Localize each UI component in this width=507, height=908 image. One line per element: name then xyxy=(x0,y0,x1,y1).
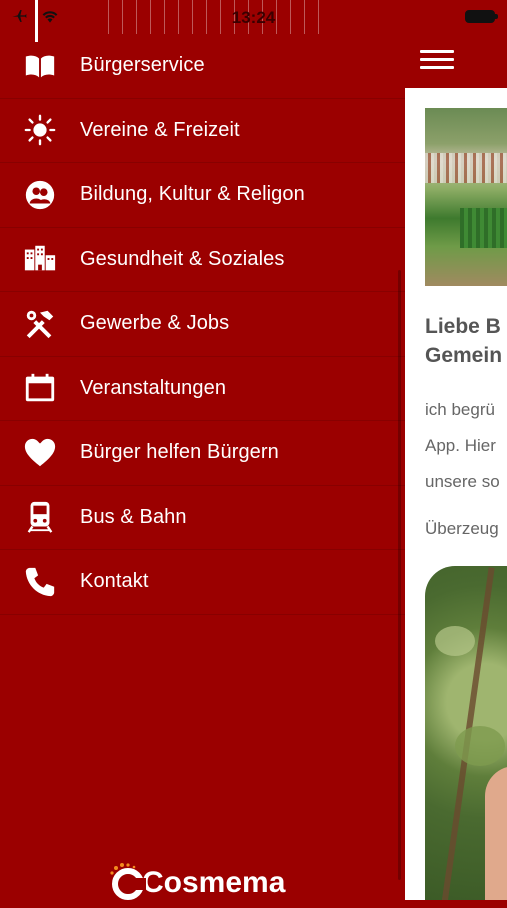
status-bar: 13:24 xyxy=(0,0,507,42)
field-area xyxy=(460,208,507,248)
menu-item-label: Gesundheit & Soziales xyxy=(80,247,285,270)
menu-item-bildung[interactable]: Bildung, Kultur & Religon xyxy=(0,163,405,228)
cosmema-logo: Cosmema xyxy=(108,862,285,900)
menu-item-kontakt[interactable]: Kontakt xyxy=(0,550,405,615)
battery-icon xyxy=(465,10,498,23)
menu-item-buergerservice[interactable]: Bürgerservice xyxy=(0,34,405,99)
menu-item-label: Veranstaltungen xyxy=(80,376,227,399)
side-drawer: Bürgerservice Vereine & Freizeit Bildung… xyxy=(0,34,405,900)
hamburger-line xyxy=(420,66,454,69)
phone-icon xyxy=(22,564,58,600)
welcome-text: ich begrü App. Hier unsere so xyxy=(425,400,500,491)
menu-item-gewerbe[interactable]: Gewerbe & Jobs xyxy=(0,292,405,357)
menu-item-label: Bürgerservice xyxy=(80,54,205,77)
menu-item-label: Bus & Bahn xyxy=(80,505,187,528)
menu-item-gesundheit[interactable]: Gesundheit & Soziales xyxy=(0,228,405,292)
people-icon xyxy=(22,177,58,213)
portrait-foliage xyxy=(455,726,505,766)
portrait-face xyxy=(485,766,507,900)
status-time: 13:24 xyxy=(231,8,276,27)
hamburger-menu-button[interactable] xyxy=(420,50,454,72)
buildings-icon xyxy=(22,241,58,277)
heart-icon xyxy=(22,435,58,471)
menu-item-label: Bildung, Kultur & Religon xyxy=(80,183,305,206)
drawer-scrollbar[interactable] xyxy=(398,270,401,880)
village-area xyxy=(425,153,507,183)
portrait-foliage xyxy=(435,626,475,656)
menu-item-vereine[interactable]: Vereine & Freizeit xyxy=(0,99,405,163)
logo-text: Cosmema xyxy=(142,866,286,899)
book-icon xyxy=(22,48,58,84)
menu-item-label: Gewerbe & Jobs xyxy=(80,312,230,335)
portrait-image xyxy=(425,566,507,900)
main-content-panel: Liebe B Gemein ich begrü App. Hier unsere s… xyxy=(405,88,507,900)
hamburger-line xyxy=(420,50,454,53)
hamburger-line xyxy=(420,58,454,61)
tools-icon xyxy=(22,306,58,342)
hero-aerial-image xyxy=(425,108,507,286)
drawer-menu: Bürgerservice Vereine & Freizeit Bildung… xyxy=(0,34,405,615)
menu-item-label: Bürger helfen Bürgern xyxy=(80,441,279,464)
menu-item-veranstaltungen[interactable]: Veranstaltungen xyxy=(0,357,405,421)
menu-item-bus-bahn[interactable]: Bus & Bahn xyxy=(0,486,405,550)
welcome-text-2: Überzeug xyxy=(425,519,499,538)
calendar-icon xyxy=(22,370,58,406)
sun-icon xyxy=(22,112,58,148)
train-icon xyxy=(22,499,58,535)
welcome-heading: Liebe B Gemein xyxy=(425,315,503,367)
menu-item-buerger-helfen[interactable]: Bürger helfen Bürgern xyxy=(0,421,405,486)
menu-item-label: Vereine & Freizeit xyxy=(80,118,240,141)
menu-item-label: Kontakt xyxy=(80,570,149,593)
cosmema-c-icon xyxy=(108,862,148,900)
